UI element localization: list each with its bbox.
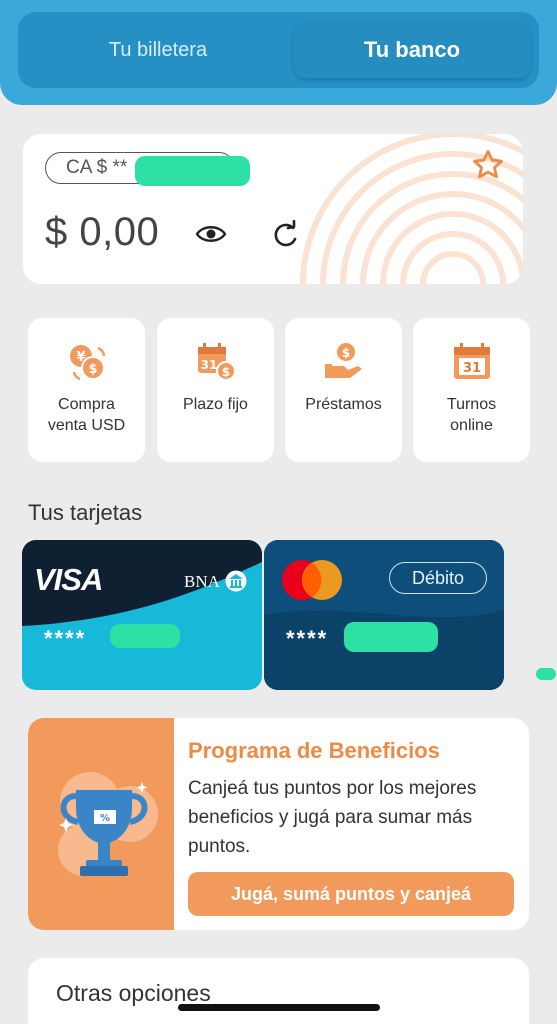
- svg-text:¥: ¥: [76, 350, 85, 365]
- segmented-control: Tu billetera Tu banco: [18, 12, 539, 88]
- card-masked-number: ****: [286, 626, 329, 651]
- quick-action-label: Préstamos: [305, 396, 382, 413]
- home-indicator[interactable]: [178, 1004, 380, 1011]
- svg-text:%: %: [100, 813, 110, 824]
- visa-logo: VISA: [34, 562, 103, 597]
- quick-action-plazo-fijo[interactable]: 31 $ Plazo fijo: [157, 318, 274, 462]
- bna-logo: BNA: [184, 572, 220, 591]
- quick-action-label-2: venta USD: [47, 417, 126, 434]
- redacted-mark: [110, 624, 180, 648]
- tab-tu-billetera[interactable]: Tu billetera: [28, 22, 288, 78]
- refresh-icon[interactable]: [271, 220, 301, 250]
- quick-action-label: Plazo fijo: [183, 396, 248, 413]
- eye-icon[interactable]: [195, 222, 227, 246]
- mastercard-logo: [282, 560, 342, 600]
- quick-action-compra-venta-usd[interactable]: ¥ $ Compra venta USD: [28, 318, 145, 462]
- benefits-image-panel: %: [28, 718, 174, 930]
- quick-action-prestamos[interactable]: $ Préstamos: [285, 318, 402, 462]
- card-masked-number: ****: [44, 626, 87, 651]
- svg-text:$: $: [88, 362, 97, 377]
- hand-money-icon: $: [324, 343, 362, 378]
- benefits-play-button[interactable]: Jugá, sumá puntos y canjeá: [188, 872, 514, 916]
- svg-text:$: $: [341, 346, 349, 360]
- currency-exchange-icon: ¥ $: [69, 345, 105, 381]
- tab-tu-banco[interactable]: Tu banco: [294, 22, 530, 78]
- svg-text:31: 31: [462, 361, 480, 376]
- svg-text:$: $: [221, 365, 229, 379]
- quick-action-label: Compra: [58, 396, 115, 413]
- benefits-title: Programa de Beneficios: [188, 738, 440, 763]
- redacted-mark: [536, 668, 556, 680]
- quick-action-label: Turnos: [446, 396, 497, 413]
- debit-card[interactable]: Débito ****: [264, 540, 504, 690]
- account-number-label: CA $ **: [66, 157, 128, 178]
- redacted-mark: [135, 156, 250, 186]
- debit-badge: Débito: [389, 562, 487, 594]
- visa-card[interactable]: VISA BNA ****: [22, 540, 262, 690]
- calendar-31-icon: 31: [453, 343, 490, 379]
- star-icon[interactable]: [471, 148, 505, 182]
- quick-action-turnos-online[interactable]: 31 Turnos online: [413, 318, 530, 462]
- calendar-money-icon: 31 $: [197, 343, 236, 381]
- svg-text:31: 31: [200, 358, 217, 372]
- other-options-card: Otras opciones: [28, 958, 529, 1024]
- benefits-description: Canjeá tus puntos por los mejores benefi…: [188, 778, 477, 857]
- quick-action-label-2: online: [450, 417, 493, 434]
- top-header: Tu billetera Tu banco: [0, 0, 557, 105]
- benefits-banner[interactable]: % Programa de Beneficios Canjeá tus punt…: [28, 718, 529, 930]
- account-balance: $ 0,00: [45, 210, 160, 254]
- trophy-icon: %: [58, 772, 158, 876]
- redacted-mark: [344, 622, 438, 652]
- bank-icon: [225, 570, 247, 592]
- account-card[interactable]: CA $ ** $ 0,00: [23, 134, 523, 284]
- other-options-title: Otras opciones: [56, 980, 211, 1006]
- section-title-tarjetas: Tus tarjetas: [28, 500, 143, 525]
